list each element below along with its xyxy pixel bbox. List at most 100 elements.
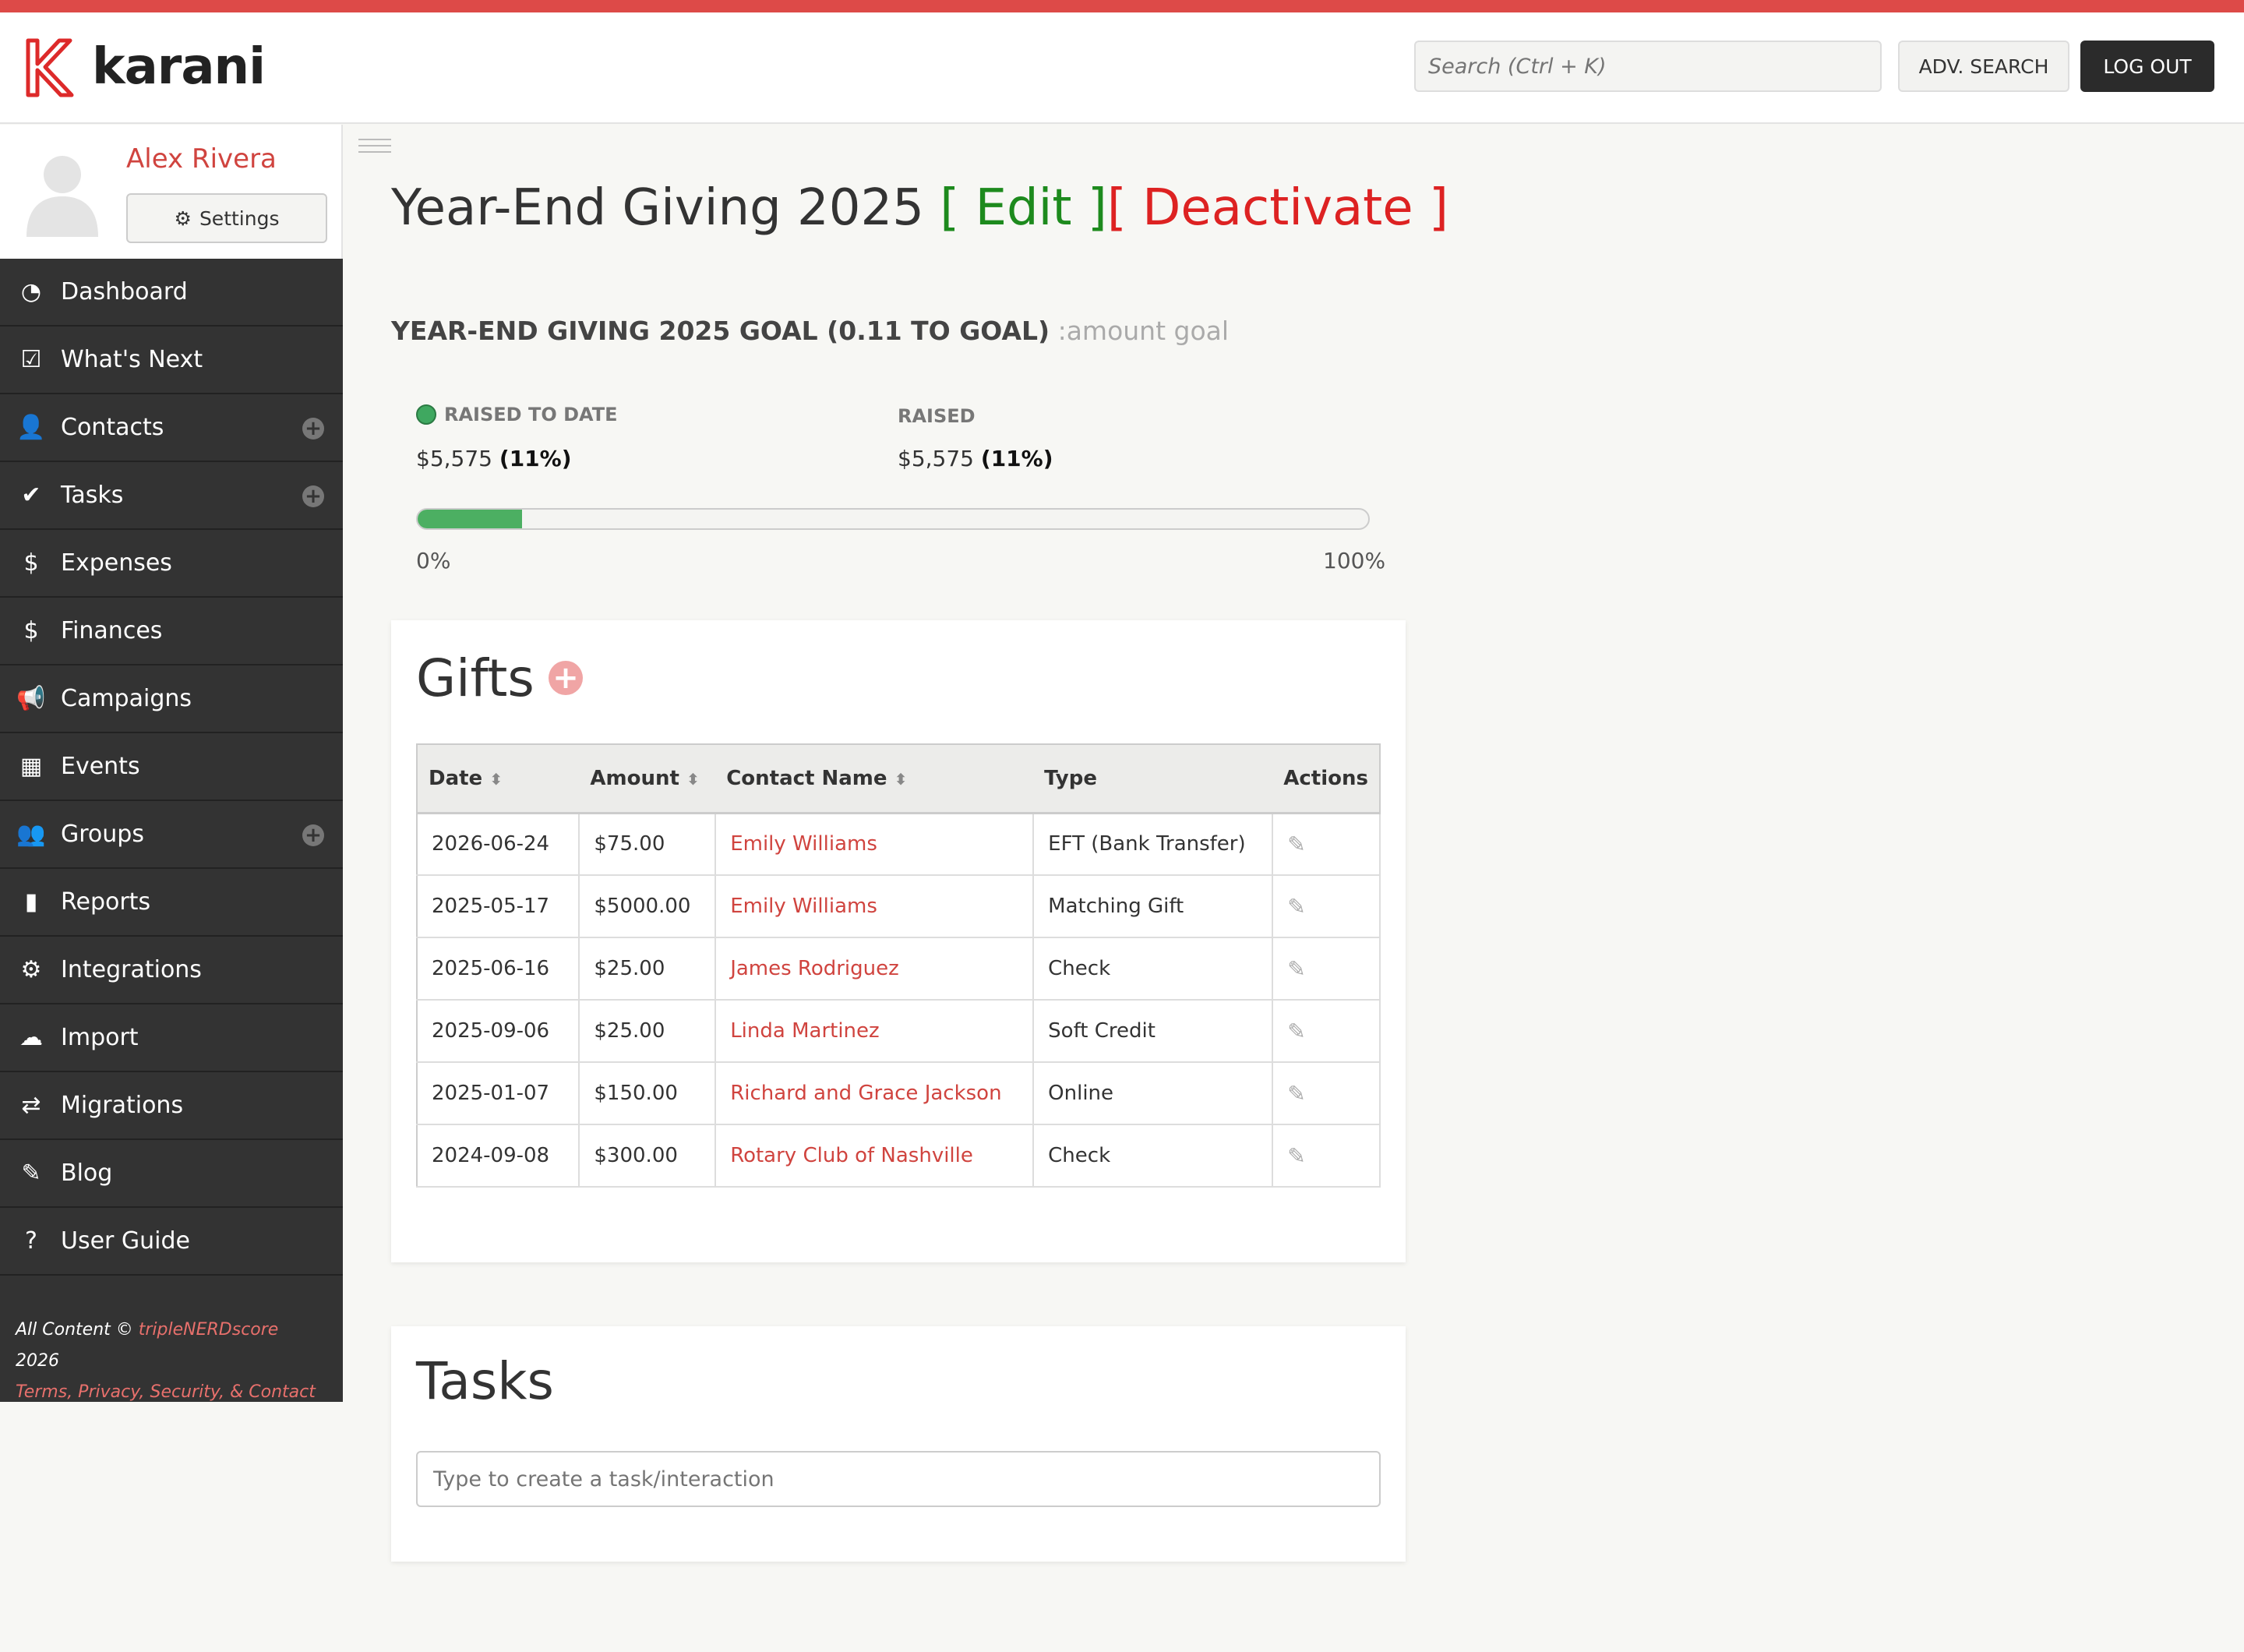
raised-to-date-value: $5,575 (11%) [416, 446, 572, 471]
sidebar-item-migrations[interactable]: ⇄ Migrations [0, 1072, 343, 1140]
gift-type: Matching Gift [1032, 874, 1274, 938]
gift-amount: $5000.00 [578, 874, 717, 938]
gift-contact-link[interactable]: Linda Martinez [714, 999, 1035, 1063]
sidebar-item-blog[interactable]: ✎ Blog [0, 1140, 343, 1208]
pencil-icon: ✎ [21, 1160, 41, 1187]
copyright: All Content © tripleNERDscore 2026 [16, 1320, 279, 1371]
karani-logo[interactable]: karani [23, 36, 266, 98]
sidebar-item-label: Expenses [61, 549, 172, 577]
gift-actions: ✎ [1272, 874, 1381, 938]
avatar[interactable] [16, 143, 109, 237]
sidebar-item-campaigns[interactable]: 📢 Campaigns [0, 665, 343, 733]
edit-pencil-icon[interactable]: ✎ [1287, 1143, 1305, 1169]
sidebar-item-label: Tasks [61, 482, 124, 509]
sidebar-item-finances[interactable]: $ Finances [0, 598, 343, 665]
deactivate-link[interactable]: [ Deactivate ] [1107, 179, 1448, 237]
gear-icon: ⚙ [174, 206, 192, 230]
sidebar-item-label: Integrations [61, 956, 202, 983]
gift-date: 2025-05-17 [415, 874, 580, 938]
settings-button[interactable]: ⚙ Settings [126, 193, 327, 243]
swap-icon: ⇄ [21, 1092, 41, 1119]
sidebar-item-contacts[interactable]: 👤 Contacts + [0, 394, 343, 462]
sidebar-item-reports[interactable]: ▮ Reports [0, 869, 343, 937]
add-circle-icon[interactable]: + [302, 824, 324, 846]
gift-type: EFT (Bank Transfer) [1032, 812, 1274, 876]
sidebar-item-groups[interactable]: 👥 Groups + [0, 801, 343, 869]
edit-pencil-icon[interactable]: ✎ [1287, 1018, 1305, 1044]
gift-amount: $300.00 [578, 1124, 717, 1188]
sidebar-item-expenses[interactable]: $ Expenses [0, 530, 343, 598]
logout-button[interactable]: LOG OUT [2080, 41, 2214, 92]
tasks-card: Tasks [391, 1326, 1406, 1562]
edit-pencil-icon[interactable]: ✎ [1287, 831, 1305, 857]
sidebar-item-label: What's Next [61, 346, 203, 373]
gift-amount: $75.00 [578, 812, 717, 876]
sidebar-item-events[interactable]: ▦ Events [0, 733, 343, 801]
dollar-icon: $ [23, 549, 39, 577]
tasks-title: Tasks [416, 1351, 554, 1411]
group-icon: 👥 [16, 821, 46, 848]
edit-pencil-icon[interactable]: ✎ [1287, 1081, 1305, 1107]
sort-icon: ⬍ [894, 769, 908, 789]
column-actions: Actions [1272, 744, 1380, 814]
company-link[interactable]: tripleNERDscore [139, 1320, 279, 1340]
gift-amount: $150.00 [578, 1061, 717, 1125]
gift-contact-link[interactable]: Emily Williams [714, 874, 1035, 938]
profile-name[interactable]: Alex Rivera [126, 143, 277, 175]
search-input[interactable] [1414, 41, 1882, 92]
app-header: karani ADV. SEARCH LOG OUT [0, 12, 2244, 124]
sidebar-item-label: Events [61, 753, 140, 780]
sidebar-toggle-icon[interactable] [358, 139, 391, 157]
sidebar-item-label: Groups [61, 821, 144, 848]
footer-links[interactable]: Terms, Privacy, Security, & Contact [16, 1377, 327, 1408]
column-contact[interactable]: Contact Name ⬍ [715, 744, 1034, 814]
gifts-card: Gifts + Date ⬍ Amount ⬍ Contact Name ⬍ T… [391, 620, 1406, 1262]
raised-to-date-label: RAISED TO DATE [416, 404, 617, 425]
dashboard-icon: ◔ [20, 278, 42, 305]
megaphone-icon: 📢 [16, 685, 46, 712]
sidebar-item-import[interactable]: ☁ Import [0, 1004, 343, 1072]
sidebar-item-dashboard[interactable]: ◔ Dashboard [0, 259, 343, 327]
sidebar-item-integrations[interactable]: ⚙ Integrations [0, 937, 343, 1004]
sidebar-item-user-guide[interactable]: ? User Guide [0, 1208, 343, 1276]
goal-subtext: :amount goal [1050, 316, 1230, 346]
top-accent-bar [0, 0, 2244, 12]
goal-heading: YEAR-END GIVING 2025 GOAL (0.11 TO GOAL)… [391, 316, 1230, 346]
gift-contact-link[interactable]: Rotary Club of Nashville [714, 1124, 1035, 1188]
edit-pencil-icon[interactable]: ✎ [1287, 894, 1305, 920]
gift-type: Soft Credit [1032, 999, 1274, 1063]
raised-value: $5,575 (11%) [898, 446, 1053, 471]
page-title: Year-End Giving 2025 [ Edit ][ Deactivat… [391, 179, 1448, 237]
gift-amount: $25.00 [578, 999, 717, 1063]
sidebar-item-label: Dashboard [61, 278, 188, 305]
sidebar-item-tasks[interactable]: ✔ Tasks + [0, 462, 343, 530]
upload-icon: ☁ [19, 1024, 43, 1051]
gifts-title: Gifts [416, 648, 535, 708]
profile-panel: Alex Rivera ⚙ Settings [0, 125, 343, 259]
adv-search-button[interactable]: ADV. SEARCH [1898, 41, 2069, 92]
gift-contact-link[interactable]: Richard and Grace Jackson [714, 1061, 1035, 1125]
edit-link[interactable]: [ Edit ] [940, 179, 1107, 237]
task-input[interactable] [416, 1451, 1381, 1507]
add-circle-icon[interactable]: + [302, 485, 324, 507]
user-icon: 👤 [16, 414, 46, 441]
edit-pencil-icon[interactable]: ✎ [1287, 956, 1305, 982]
column-date[interactable]: Date ⬍ [417, 744, 580, 814]
column-amount[interactable]: Amount ⬍ [579, 744, 716, 814]
gift-type: Online [1032, 1061, 1274, 1125]
add-gift-icon[interactable]: + [549, 661, 583, 695]
sidebar-item-what-s-next[interactable]: ☑ What's Next [0, 327, 343, 394]
table-row: 2024-09-08 $300.00 Rotary Club of Nashvill… [415, 1124, 1381, 1188]
gift-type: Check [1032, 1124, 1274, 1188]
calendar-icon: ▦ [19, 753, 43, 780]
app-name: karani [92, 38, 266, 96]
gift-contact-link[interactable]: James Rodriguez [714, 937, 1035, 1001]
gift-actions: ✎ [1272, 937, 1381, 1001]
sidebar-item-label: Blog [61, 1160, 113, 1187]
add-circle-icon[interactable]: + [302, 418, 324, 439]
sidebar-footer: All Content © tripleNERDscore 2026 Terms… [0, 1276, 343, 1402]
gift-date: 2025-06-16 [415, 937, 580, 1001]
gift-contact-link[interactable]: Emily Williams [714, 812, 1035, 876]
gift-date: 2025-01-07 [415, 1061, 580, 1125]
gift-actions: ✎ [1272, 1124, 1381, 1188]
